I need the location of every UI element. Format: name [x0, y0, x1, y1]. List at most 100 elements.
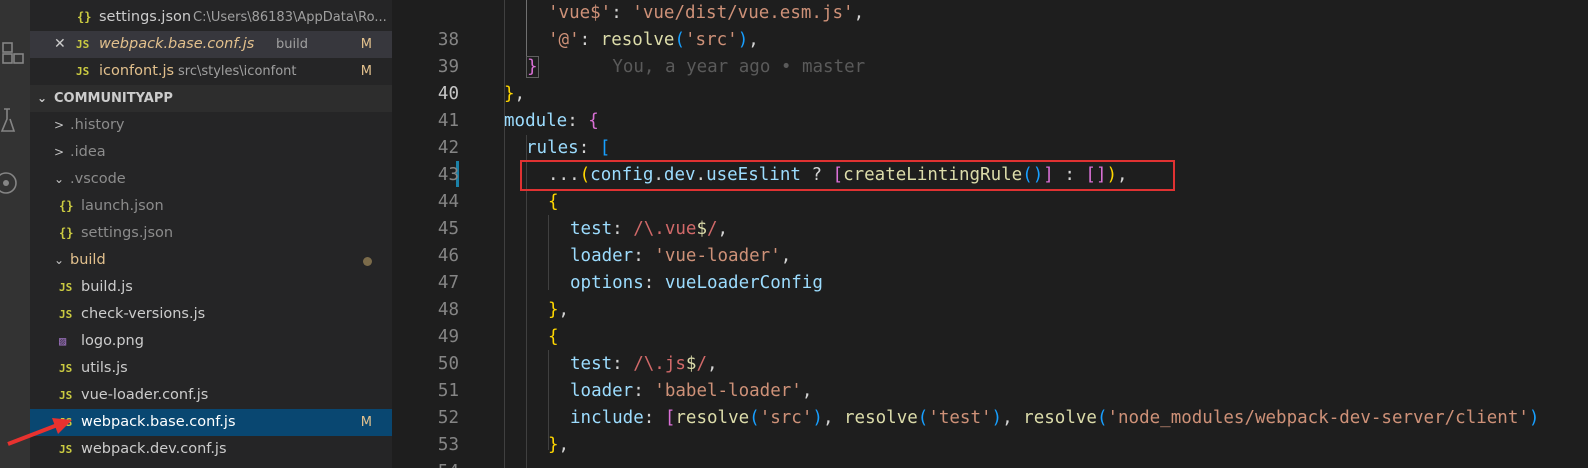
token: resolve [675, 408, 750, 428]
tree-file-launch-json[interactable]: {} launch.json [30, 193, 392, 220]
token: 'src' [685, 30, 738, 50]
code-text: test: /\.js$/, [570, 351, 718, 378]
modified-badge: M [360, 415, 372, 430]
tree-file-vue-loader-conf-js[interactable]: JS vue-loader.conf.js [30, 382, 392, 409]
chevron-down-icon: ⌄ [37, 91, 48, 105]
token: : [611, 3, 633, 23]
token: } [548, 300, 559, 320]
code-editor[interactable]: 38 'vue$': 'vue/dist/vue.esm.js', 39 '@'… [392, 0, 1588, 468]
open-editor-settings-json[interactable]: {} settings.json C:\Users\86183\AppData\… [30, 4, 392, 31]
token: ) [812, 408, 823, 428]
explorer-sidebar: {} settings.json C:\Users\86183\AppData\… [30, 0, 392, 468]
code-line: 51 test: /\.js$/, [392, 351, 1588, 401]
code-line: 48 options: vueLoaderConfig [392, 270, 1588, 320]
flask-icon[interactable] [0, 105, 30, 135]
token: , [748, 30, 759, 50]
code-text: }, [548, 297, 569, 324]
code-line: 54 }, [392, 432, 1588, 468]
folder-name: .idea [70, 144, 106, 160]
token: ( [674, 30, 685, 50]
token: : [633, 381, 655, 401]
code-text: loader: 'vue-loader', [570, 243, 791, 270]
token: [ [599, 138, 611, 158]
token: { [548, 327, 559, 347]
token: } [504, 84, 515, 104]
file-path: C:\Users\86183\AppData\Ro... [193, 10, 387, 25]
extensions-icon[interactable] [0, 40, 30, 70]
tree-folder-history[interactable]: > .history [30, 112, 392, 139]
file-name: webpack.dev.conf.js [81, 441, 227, 457]
token: } [526, 56, 539, 78]
token: , [558, 300, 570, 320]
code-line: 50 { [392, 324, 1588, 374]
code-text: include: [resolve('src'), resolve('test'… [570, 405, 1539, 432]
source-control-icon[interactable] [0, 168, 30, 198]
token: : [612, 219, 634, 239]
code-text: rules: [ [526, 135, 610, 162]
file-name: launch.json [81, 198, 164, 214]
token: / [707, 219, 718, 239]
annotation-arrow-icon [7, 418, 72, 446]
tree-file-check-versions-js[interactable]: JS check-versions.js [30, 301, 392, 328]
token: 'vue/dist/vue.esm.js' [632, 3, 854, 23]
token: /\.vue [633, 219, 697, 239]
token: , [822, 408, 845, 428]
token: : [612, 354, 634, 374]
code-text: { [548, 324, 559, 351]
tree-file-webpack-dev-conf-js[interactable]: JS webpack.dev.conf.js [30, 436, 392, 463]
token: 'vue$' [548, 3, 612, 23]
folder-name: .history [70, 117, 125, 133]
token: 'node_modules/webpack-dev-server/client' [1107, 408, 1529, 428]
json-file-icon: {} [59, 199, 74, 213]
code-line: 49 }, [392, 297, 1588, 347]
token: resolve [1023, 408, 1097, 428]
token: { [548, 192, 559, 212]
tree-folder-idea[interactable]: > .idea [30, 139, 392, 166]
token: , [853, 3, 865, 23]
image-file-icon: ▨ [59, 334, 67, 348]
code-text: { [548, 189, 559, 216]
red-highlight-box [520, 160, 1175, 191]
js-file-icon: JS [59, 362, 73, 375]
tree-file-settings-json[interactable]: {} settings.json [30, 220, 392, 247]
tree-file-build-js[interactable]: JS build.js [30, 274, 392, 301]
activity-bar [0, 0, 30, 468]
token: : [633, 246, 655, 266]
modified-badge: M [360, 37, 372, 52]
code-line: 38 'vue$': 'vue/dist/vue.esm.js', [392, 0, 1588, 50]
token: { [588, 111, 599, 131]
tree-file-logo-png[interactable]: ▨ logo.png [30, 328, 392, 355]
js-file-icon: JS [76, 65, 90, 78]
token: ) [1528, 408, 1540, 428]
folder-name: .vscode [70, 171, 126, 187]
file-name: vue-loader.conf.js [81, 387, 209, 403]
folder-name: build [70, 252, 106, 268]
code-line: 43 rules: [ [392, 135, 1588, 185]
token: , [1002, 408, 1024, 428]
token: '@' [548, 30, 580, 50]
file-name: iconfont.js [99, 63, 175, 79]
token: resolve [600, 30, 675, 50]
open-editor-iconfont-js[interactable]: JS iconfont.js src\styles\iconfont M [30, 58, 392, 85]
token: : [643, 408, 665, 428]
json-file-icon: {} [59, 226, 74, 240]
close-icon[interactable]: ✕ [54, 31, 66, 58]
token: / [696, 354, 708, 374]
tree-folder-build[interactable]: ⌄ build [30, 247, 392, 274]
token: , [707, 354, 718, 374]
tree-file-utils-js[interactable]: JS utils.js [30, 355, 392, 382]
modified-badge: M [360, 64, 372, 79]
token: $ [696, 219, 707, 239]
workspace-section-header[interactable]: ⌄ COMMUNITYAPP [30, 85, 392, 112]
code-text: options: vueLoaderConfig [570, 270, 823, 297]
tree-file-webpack-base-conf-js[interactable]: JS webpack.base.conf.js M [30, 409, 392, 436]
token: ( [917, 408, 929, 428]
code-line: 39 '@': resolve('src'), [392, 27, 1588, 77]
token: } [548, 435, 559, 455]
open-editor-webpack-base-conf[interactable]: ✕ JS webpack.base.conf.js build M [30, 31, 392, 58]
token: ) [737, 30, 749, 50]
token: : [578, 138, 600, 158]
token: , [558, 435, 570, 455]
tree-folder-vscode[interactable]: ⌄ .vscode [30, 166, 392, 193]
line-number: 54 [392, 459, 459, 468]
